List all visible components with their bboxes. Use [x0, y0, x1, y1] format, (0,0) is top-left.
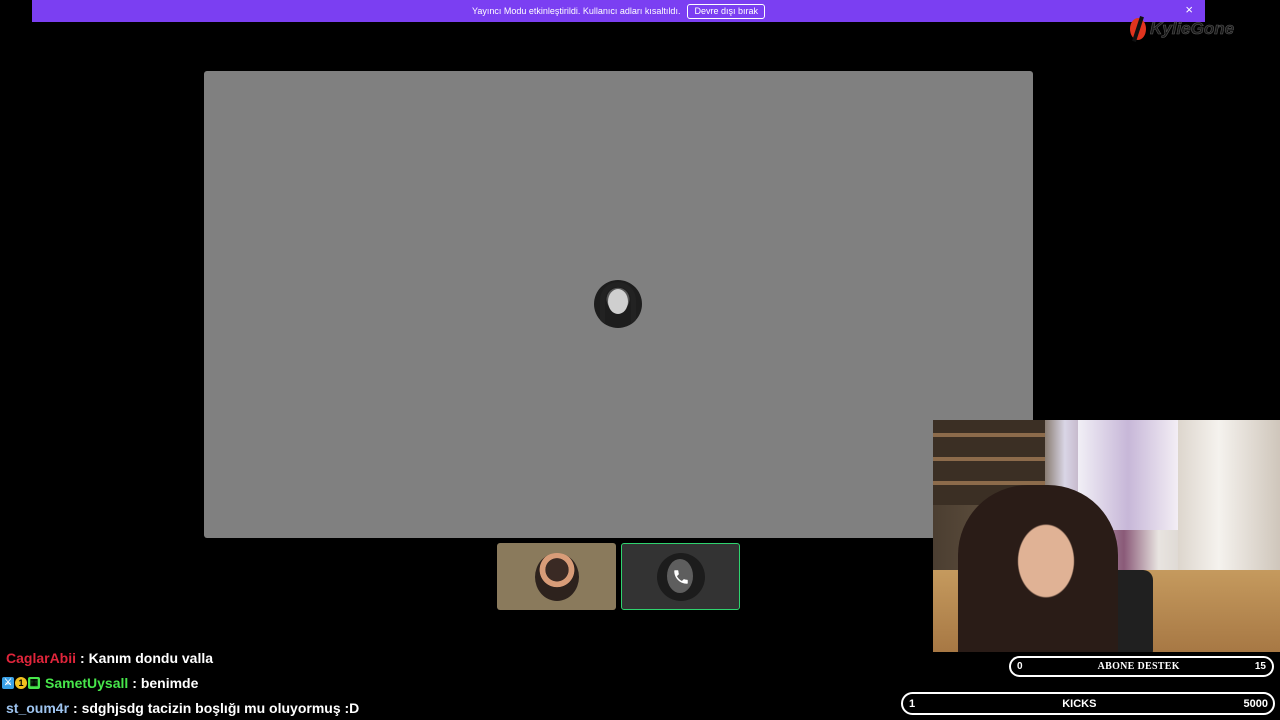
chat-message: CaglarAbii : Kanım dondu valla	[6, 645, 359, 670]
sub-badge-icon: ▦	[28, 676, 40, 689]
chat-text: : Kanım dondu valla	[80, 649, 214, 666]
kicks-goal-target: 5000	[1243, 697, 1268, 710]
banner-message: Yayıncı Modu etkinleştirildi. Kullanıcı …	[472, 6, 681, 16]
main-video-stage	[204, 71, 1033, 538]
chat-username: CaglarAbii	[6, 649, 77, 666]
phone-icon	[673, 569, 688, 584]
chat-message: ⚔ 1 ▦ SametUysall : benimde	[2, 670, 359, 695]
disable-streamer-mode-button[interactable]: Devre dışı bırak	[687, 3, 765, 19]
participant-tile-1[interactable]	[497, 543, 616, 610]
moderator-badge-icon: ⚔	[2, 676, 14, 689]
gift-badge-icon: 1	[15, 676, 27, 689]
kicks-goal-bar: 1 KICKS 5000	[901, 692, 1275, 715]
sub-goal-target: 15	[1254, 661, 1266, 672]
chat-message: st_oum4r : sdghjsdg tacizin boşlığı mu o…	[6, 695, 359, 720]
participant-tile-2[interactable]	[621, 543, 740, 610]
participant-avatar	[534, 552, 579, 601]
chat-username: st_oum4r	[6, 699, 70, 716]
chat-text: : benimde	[132, 674, 199, 691]
webcam-feed	[933, 420, 1280, 652]
sub-goal-bar: 0 ABONE DESTEK 15	[1009, 656, 1274, 677]
participant-avatar	[656, 552, 705, 601]
kicks-goal-title: KICKS	[1062, 697, 1097, 710]
close-icon[interactable]: ×	[1185, 3, 1193, 17]
chat-username: SametUysall	[45, 674, 129, 691]
speaker-avatar	[594, 280, 642, 328]
chat-overlay: CaglarAbii : Kanım dondu valla ⚔ 1 ▦ Sam…	[2, 645, 359, 720]
streamer-mode-banner: Yayıncı Modu etkinleştirildi. Kullanıcı …	[32, 0, 1205, 22]
sub-goal-current: 0	[1017, 661, 1023, 672]
sub-goal-title: ABONE DESTEK	[1097, 661, 1180, 672]
logo-wordmark: KylieGone	[1150, 19, 1235, 39]
kicks-goal-current: 1	[909, 697, 916, 710]
chat-text: : sdghjsdg tacizin boşlığı mu oluyormuş …	[73, 699, 360, 716]
stream-logo: KylieGone	[1130, 16, 1260, 42]
logo-mark-icon	[1130, 18, 1146, 40]
